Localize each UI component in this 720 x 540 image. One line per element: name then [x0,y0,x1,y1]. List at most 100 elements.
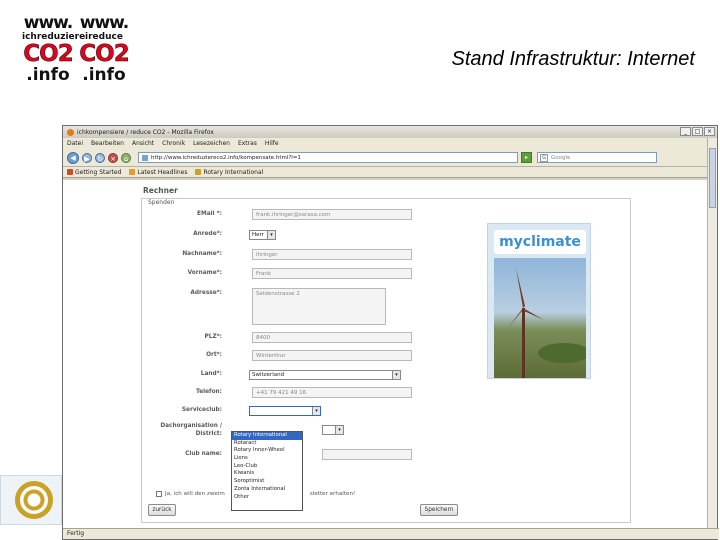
maximize-button[interactable]: □ [692,127,703,136]
save-button[interactable]: Speichern [420,504,458,516]
google-icon: G [540,153,548,162]
bookmark-getting-started[interactable]: Getting Started [67,169,121,176]
nachname-label: Nachname*: [182,251,222,257]
nachname-field[interactable]: Ihringer [252,249,412,260]
rss-icon [129,169,136,175]
myclimate-logo: myclimate [494,230,586,254]
minimize-button[interactable]: _ [680,127,691,136]
anrede-select-value: Herr [252,232,264,238]
page-heading: Rechner [143,186,178,195]
chevron-down-icon: ▾ [392,371,400,379]
menu-item-chronik[interactable]: Chronik [162,140,185,147]
logo-www-text: www. [23,13,74,33]
menu-item-bearbeiten[interactable]: Bearbeiten [91,140,124,147]
logo-info-text: .info [26,65,70,85]
reload-icon[interactable]: ↻ [95,152,105,163]
browser-window: ichkompensiere / reduce CO2 - Mozilla Fi… [62,125,719,540]
adresse-field[interactable]: Seidenstrasse 2 [252,288,386,325]
menu-item-lesezeichen[interactable]: Lesezeichen [193,140,230,147]
district-select[interactable]: ▾ [322,425,344,435]
rotary-wheel-icon [15,481,53,519]
menu-item-ansicht[interactable]: Ansicht [132,140,154,147]
logo-co2-text: CO2 [23,41,74,67]
form-legend: Spenden [148,199,175,206]
rotary-logo [0,475,62,525]
search-placeholder: Google [551,154,571,161]
plz-field[interactable]: 8400 [252,332,412,343]
ort-label: Ort*: [206,352,222,358]
dropdown-option[interactable]: Kiwanis [232,470,302,478]
logo-co2-text: CO2 [79,41,130,67]
firefox-icon [67,128,74,136]
page-content: Rechner Spenden EMail *: frank.ihringer@… [63,180,709,530]
wind-turbine-icon [508,268,590,378]
dropdown-option[interactable]: Leo-Club [232,463,302,471]
ichreduziere-logo: www. ichreduziere CO2 .info [22,13,85,92]
bookmark-icon [195,169,202,175]
navigation-toolbar: ◀ ▶ ↻ × ⌂ http://www.ichreduziereco2.inf… [63,149,717,167]
wind-turbine-photo [494,258,590,378]
bookmark-label: Latest Headlines [137,168,188,176]
district-label: District: [195,431,222,437]
serviceclub-select[interactable]: ▾ [249,406,321,416]
bookmark-rotary-international[interactable]: Rotary International [195,169,263,176]
close-button[interactable]: × [704,127,715,136]
clubname-field[interactable] [322,449,412,460]
newsletter-text-right: sletter erhalten! [309,491,356,497]
dropdown-option[interactable]: Rotary International [232,432,302,440]
status-text: Fertig [67,530,85,537]
newsletter-checkbox-row: Ja, ich will den zweim sletter erhalten! [156,491,355,497]
dropdown-option[interactable]: Lions [232,455,302,463]
logo-info-text: .info [82,65,126,85]
slide-title: Stand Infrastruktur: Internet [451,48,695,70]
back-arrow-icon[interactable]: ◀ [67,151,79,164]
bookmark-label: Rotary International [203,168,264,176]
chevron-down-icon: ▾ [267,231,275,239]
browser-titlebar: ichkompensiere / reduce CO2 - Mozilla Fi… [63,126,717,138]
email-field[interactable]: frank.ihringer@sarasa.com [252,209,412,220]
clubname-label: Club name: [185,451,222,457]
menu-item-extras[interactable]: Extras [238,140,257,147]
back-button[interactable]: zurück [148,504,176,516]
address-bar-url: http://www.ichreduziereco2.info/kompensa… [151,154,301,161]
menu-item-hilfe[interactable]: Hilfe [265,140,279,147]
anrede-select[interactable]: Herr ▾ [249,230,276,240]
donation-form-panel: Spenden EMail *: frank.ihringer@sarasa.c… [141,198,631,523]
window-title: ichkompensiere / reduce CO2 - Mozilla Fi… [77,128,214,136]
logo-www-text: www. [79,13,130,33]
newsletter-checkbox[interactable] [156,491,162,497]
dropdown-option[interactable]: Rotaract [232,440,302,448]
forward-arrow-icon[interactable]: ▶ [82,152,92,163]
dropdown-option[interactable]: Rotary Inner-Wheel [232,447,302,455]
land-select[interactable]: Switzerland ▾ [249,370,401,380]
search-input[interactable]: G Google [537,152,657,163]
dachorganisation-label: Dachorganisation / [160,423,222,429]
window-controls: _ □ × [680,127,715,136]
bookmark-latest-headlines[interactable]: Latest Headlines [129,169,187,176]
go-button[interactable]: ▸ [521,152,532,163]
vertical-scrollbar[interactable] [707,138,717,528]
vorname-label: Vorname*: [187,270,222,276]
anrede-label: Anrede*: [193,231,222,237]
vorname-field[interactable]: Frank [252,268,412,279]
bookmark-label: Getting Started [75,168,122,176]
email-label: EMail *: [197,211,222,217]
menu-bar: Datei Bearbeiten Ansicht Chronik Lesezei… [63,138,717,149]
home-icon[interactable]: ⌂ [121,152,131,163]
plz-label: PLZ*: [204,334,223,340]
telefon-field[interactable]: +41 79 421 49 16 [252,387,412,398]
chevron-down-icon: ▾ [312,407,320,415]
land-label: Land*: [200,371,222,377]
menu-item-datei[interactable]: Datei [67,140,83,147]
stop-icon[interactable]: × [108,152,118,163]
favicon-icon [142,154,148,161]
dropdown-option[interactable]: Soroptimist [232,478,302,486]
adresse-label: Adresse*: [190,290,222,296]
newsletter-text-left: Ja, ich will den zweim [165,491,225,497]
scrollbar-thumb[interactable] [709,148,716,208]
slide: www. ichreduziere CO2 .info www. ireduce… [0,0,720,540]
ort-field[interactable]: Winterthur [252,350,412,361]
serviceclub-dropdown-list[interactable]: Rotary International Rotaract Rotary Inn… [231,431,303,511]
address-bar[interactable]: http://www.ichreduziereco2.info/kompensa… [138,152,518,163]
ireduce-logo: www. ireduce CO2 .info [78,14,130,92]
